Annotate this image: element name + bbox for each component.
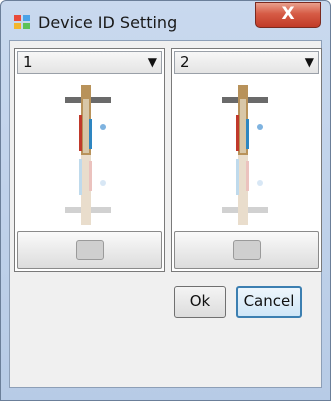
camera-preview-icon <box>65 85 111 225</box>
dialog-window: Device ID Setting X 1 ▼ 2 ▼ Ok Cancel <box>0 0 331 401</box>
camera-icon <box>232 240 261 260</box>
device-id-value-2: 2 <box>180 53 190 71</box>
camera-icon <box>75 240 104 260</box>
chevron-down-icon: ▼ <box>304 55 314 69</box>
device-id-select-1[interactable]: 1 ▼ <box>17 51 162 74</box>
device-id-select-2[interactable]: 2 ▼ <box>174 51 319 74</box>
camera-button-1[interactable] <box>17 231 162 269</box>
client-area: 1 ▼ 2 ▼ Ok Cancel <box>9 40 322 388</box>
window-title: Device ID Setting <box>38 13 178 32</box>
close-button[interactable]: X <box>255 2 321 28</box>
camera-button-2[interactable] <box>174 231 319 269</box>
ok-button[interactable]: Ok <box>174 286 226 318</box>
camera-panel-1: 1 ▼ <box>14 48 165 272</box>
cancel-button[interactable]: Cancel <box>236 286 302 318</box>
app-icon <box>14 15 30 29</box>
chevron-down-icon: ▼ <box>147 55 157 69</box>
device-id-value-1: 1 <box>23 53 33 71</box>
camera-panel-2: 2 ▼ <box>171 48 322 272</box>
camera-preview-icon <box>222 85 268 225</box>
title-bar[interactable]: Device ID Setting X <box>1 1 330 41</box>
